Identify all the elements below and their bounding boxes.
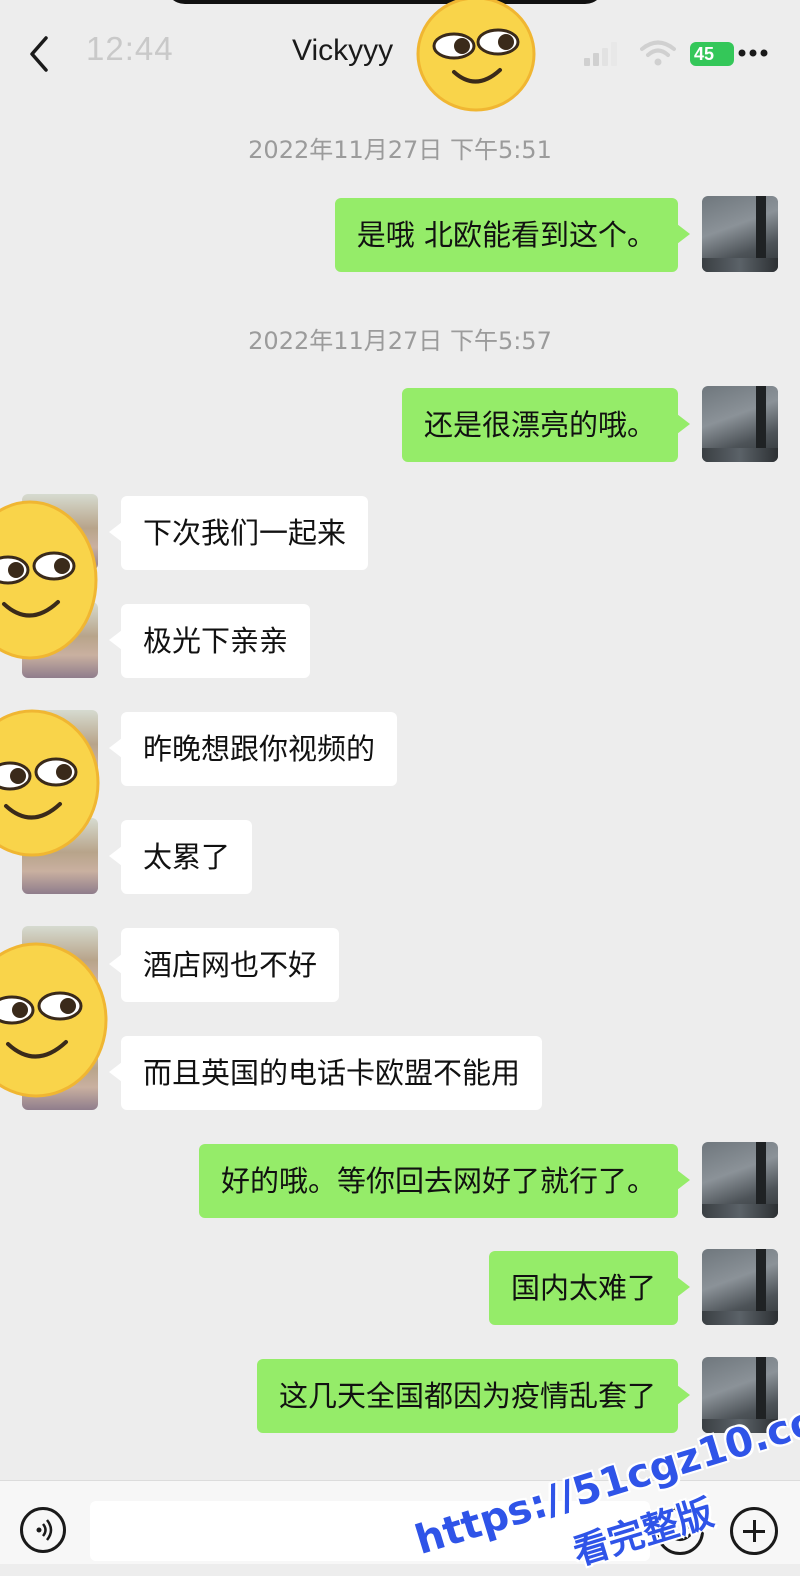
plus-icon[interactable] — [730, 1507, 778, 1555]
voice-input-icon[interactable] — [20, 1507, 66, 1553]
avatar[interactable] — [702, 1249, 778, 1325]
outgoing-message[interactable]: 这几天全国都因为疫情乱套了 — [256, 1359, 691, 1433]
avatar[interactable] — [702, 1142, 778, 1218]
chat-header: 12:44 Vickyyy 45 — [0, 0, 800, 96]
incoming-message[interactable]: 酒店网也不好 — [108, 928, 340, 1002]
device-notch — [165, 0, 605, 4]
chat-title: Vickyyy — [292, 34, 394, 67]
incoming-message[interactable]: 太累了 — [108, 820, 253, 894]
incoming-message[interactable]: 下次我们一起来 — [108, 496, 369, 570]
outgoing-message[interactable]: 国内太难了 — [488, 1251, 691, 1325]
status-time: 12:44 — [86, 30, 174, 67]
wifi-icon — [640, 40, 676, 66]
smiling-face-sticker — [416, 0, 536, 112]
smiling-face-sticker — [0, 709, 100, 857]
avatar[interactable] — [702, 386, 778, 462]
message-timestamp: 2022年11月27日 下午5:57 — [248, 327, 552, 355]
outgoing-message[interactable]: 还是很漂亮的哦。 — [401, 388, 691, 462]
outgoing-message[interactable]: 是哦 北欧能看到这个。 — [334, 198, 691, 272]
incoming-message[interactable]: 而且英国的电话卡欧盟不能用 — [108, 1036, 543, 1110]
smiling-face-sticker — [0, 942, 108, 1098]
incoming-message[interactable]: 极光下亲亲 — [108, 604, 311, 678]
chevron-left-icon[interactable] — [24, 34, 54, 74]
incoming-message[interactable]: 昨晚想跟你视频的 — [108, 712, 398, 786]
outgoing-message[interactable]: 好的哦。等你回去网好了就行了。 — [198, 1144, 691, 1218]
smiling-face-sticker — [0, 500, 98, 660]
avatar[interactable] — [702, 196, 778, 272]
more-dots-icon[interactable] — [738, 48, 768, 58]
cellular-signal-icon — [584, 42, 617, 66]
battery-indicator: 45 — [690, 42, 734, 66]
message-timestamp: 2022年11月27日 下午5:51 — [248, 136, 552, 164]
